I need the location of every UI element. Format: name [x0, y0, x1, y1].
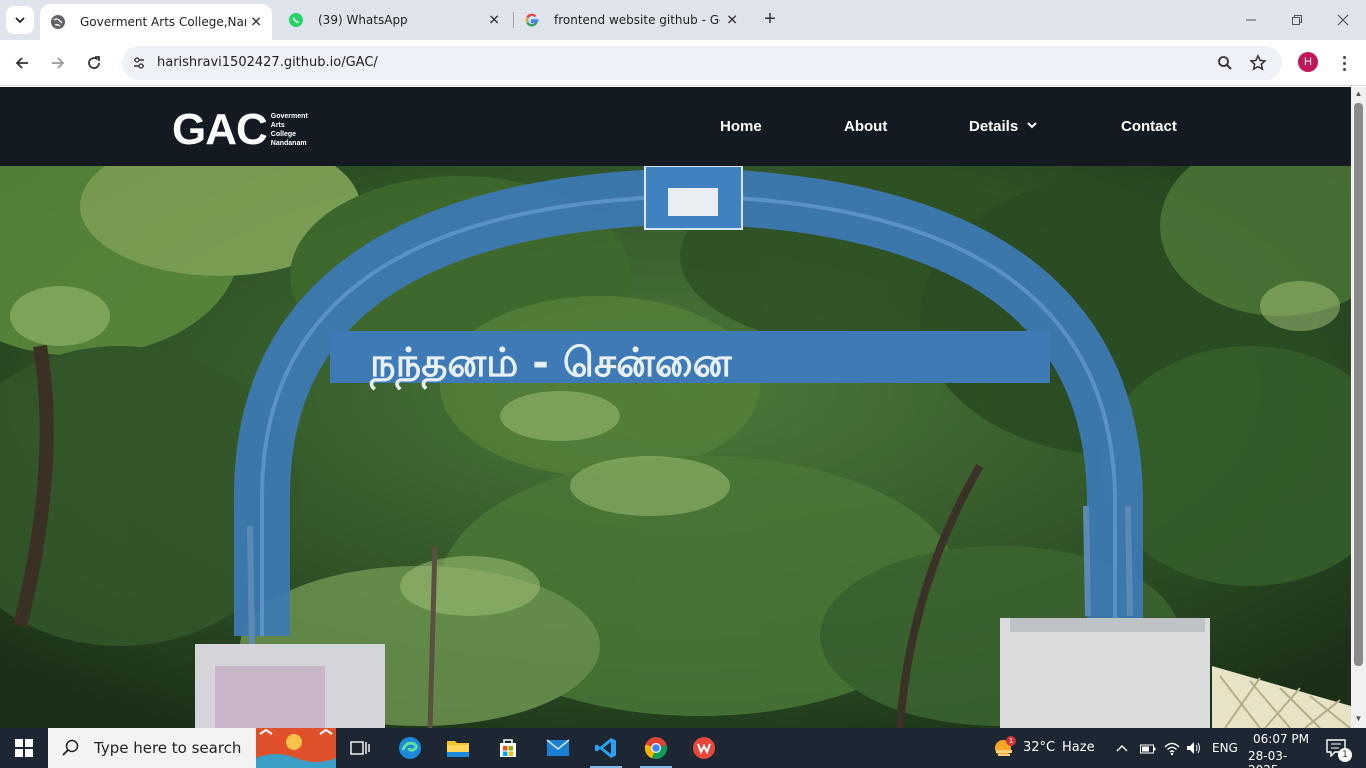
chevron-down-icon	[15, 17, 25, 24]
site-info-icon[interactable]	[129, 53, 149, 73]
logo-sub-line: Arts	[270, 122, 285, 129]
scroll-down-icon[interactable]: ▼	[1354, 714, 1363, 723]
close-icon[interactable]: ✕	[726, 12, 738, 29]
close-icon	[1337, 14, 1349, 26]
windows-logo-icon	[15, 739, 33, 757]
folder-icon	[447, 741, 469, 757]
site-navbar: GAC Goverment Arts College Nandanam Home…	[0, 87, 1351, 166]
scroll-up-icon[interactable]: ▲	[1354, 89, 1363, 98]
edge-icon	[399, 737, 421, 759]
arrow-right-icon	[52, 57, 65, 69]
store-app-button[interactable]	[484, 728, 532, 768]
task-view-icon	[350, 741, 370, 755]
weather-badge: 1	[1006, 736, 1016, 746]
close-icon[interactable]: ✕	[250, 14, 262, 31]
task-view-button[interactable]	[336, 728, 384, 768]
vscode-app-button[interactable]	[582, 728, 630, 768]
scrollbar-thumb[interactable]	[1354, 103, 1363, 666]
tab-google-search[interactable]: frontend website github - Google Search …	[516, 0, 748, 40]
weather-temp: 32°C	[1023, 740, 1056, 755]
zoom-icon[interactable]	[1215, 53, 1235, 73]
logo-sub-line: Goverment	[270, 113, 308, 120]
volume-icon[interactable]	[1186, 740, 1202, 761]
chevron-up-icon	[1116, 745, 1128, 752]
browser-menu-button[interactable]	[1334, 51, 1354, 75]
tab-title: frontend website github - Google Search	[554, 13, 720, 27]
weather-widget[interactable]: 1 32°C Haze	[990, 728, 1100, 768]
chrome-icon	[644, 737, 667, 760]
google-icon	[524, 12, 540, 28]
chevron-down-icon	[1027, 122, 1038, 129]
wps-icon	[693, 737, 715, 759]
search-icon	[62, 739, 79, 756]
taskbar-search-box[interactable]: Type here to search	[48, 728, 256, 768]
close-window-button[interactable]	[1320, 0, 1366, 40]
logo-sub-line: Nandanam	[270, 140, 307, 147]
logo-text: GAC	[172, 105, 268, 154]
nav-home-link[interactable]: Home	[720, 118, 762, 135]
arrow-left-icon	[15, 57, 28, 69]
nav-details-label: Details	[969, 118, 1019, 135]
tab-title: (39) WhatsApp	[318, 13, 408, 27]
nav-details-dropdown[interactable]: Details	[969, 118, 1038, 135]
wps-app-button[interactable]	[680, 728, 728, 768]
battery-icon[interactable]	[1140, 742, 1156, 760]
mail-app-button[interactable]	[534, 728, 582, 768]
restore-icon	[1292, 15, 1302, 25]
reload-icon	[88, 56, 100, 69]
back-button[interactable]	[8, 49, 36, 77]
clock-time: 06:07 PM	[1253, 732, 1309, 746]
minimize-icon	[1246, 19, 1256, 21]
tab-whatsapp[interactable]: (39) WhatsApp ✕	[280, 0, 510, 40]
restore-button[interactable]	[1274, 0, 1320, 40]
college-gate-photo: நந்தனம் - சென்னை	[0, 166, 1351, 728]
page-scrollbar[interactable]: ▲ ▼	[1351, 87, 1366, 728]
weather-desc: Haze	[1062, 740, 1095, 755]
chrome-app-button[interactable]	[632, 728, 680, 768]
file-explorer-button[interactable]	[434, 728, 482, 768]
wifi-icon[interactable]	[1164, 740, 1180, 761]
new-tab-button[interactable]: +	[758, 8, 782, 32]
hero-image: நந்தனம் - சென்னை	[0, 166, 1351, 728]
store-icon	[500, 739, 516, 757]
start-button[interactable]	[0, 728, 48, 768]
profile-avatar[interactable]: H	[1298, 52, 1318, 72]
browser-tab-strip: Goverment Arts College,Nandhanam ✕ (39) …	[0, 0, 1366, 40]
search-highlight-image[interactable]	[256, 728, 336, 768]
globe-icon	[50, 14, 66, 30]
page-viewport: GAC Goverment Arts College Nandanam Home…	[0, 87, 1351, 728]
search-placeholder: Type here to search	[94, 739, 242, 757]
site-logo[interactable]: GAC Goverment Arts College Nandanam	[172, 105, 308, 155]
mail-icon	[546, 739, 570, 756]
browser-toolbar: harishravi1502427.github.io/GAC/ H	[0, 40, 1366, 86]
tab-title: Goverment Arts College,Nandhanam	[80, 15, 246, 29]
nav-about-link[interactable]: About	[844, 118, 887, 135]
close-icon[interactable]: ✕	[488, 12, 500, 29]
bookmark-star-icon[interactable]	[1248, 53, 1268, 73]
url-text[interactable]: harishravi1502427.github.io/GAC/	[157, 55, 378, 70]
logo-subtitle: Goverment Arts College Nandanam	[271, 112, 308, 148]
nav-contact-link[interactable]: Contact	[1121, 118, 1177, 135]
logo-sub-line: College	[270, 131, 297, 138]
tab-search-button[interactable]	[6, 6, 34, 34]
clock[interactable]: 06:07 PM 28-03-2025	[1246, 728, 1316, 768]
edge-app-button[interactable]	[386, 728, 434, 768]
address-bar[interactable]: harishravi1502427.github.io/GAC/	[122, 46, 1282, 80]
notification-count: 1	[1338, 748, 1352, 762]
notification-center-button[interactable]: 1	[1318, 728, 1366, 768]
reload-button[interactable]	[80, 49, 108, 77]
windows-taskbar: Type here to search 1 32°C Haze ENG 06:0…	[0, 728, 1366, 768]
tab-gac[interactable]: Goverment Arts College,Nandhanam ✕	[40, 4, 272, 40]
clock-date: 28-03-2025	[1248, 749, 1288, 768]
show-hidden-icons-button[interactable]	[1114, 740, 1130, 756]
gate-sign-text: நந்தனம் - சென்னை	[369, 340, 733, 390]
tab-separator	[513, 12, 514, 28]
forward-button[interactable]	[44, 49, 72, 77]
minimize-button[interactable]	[1228, 0, 1274, 40]
language-indicator[interactable]: ENG	[1212, 741, 1238, 755]
whatsapp-icon	[288, 12, 304, 28]
vscode-icon	[595, 738, 616, 758]
